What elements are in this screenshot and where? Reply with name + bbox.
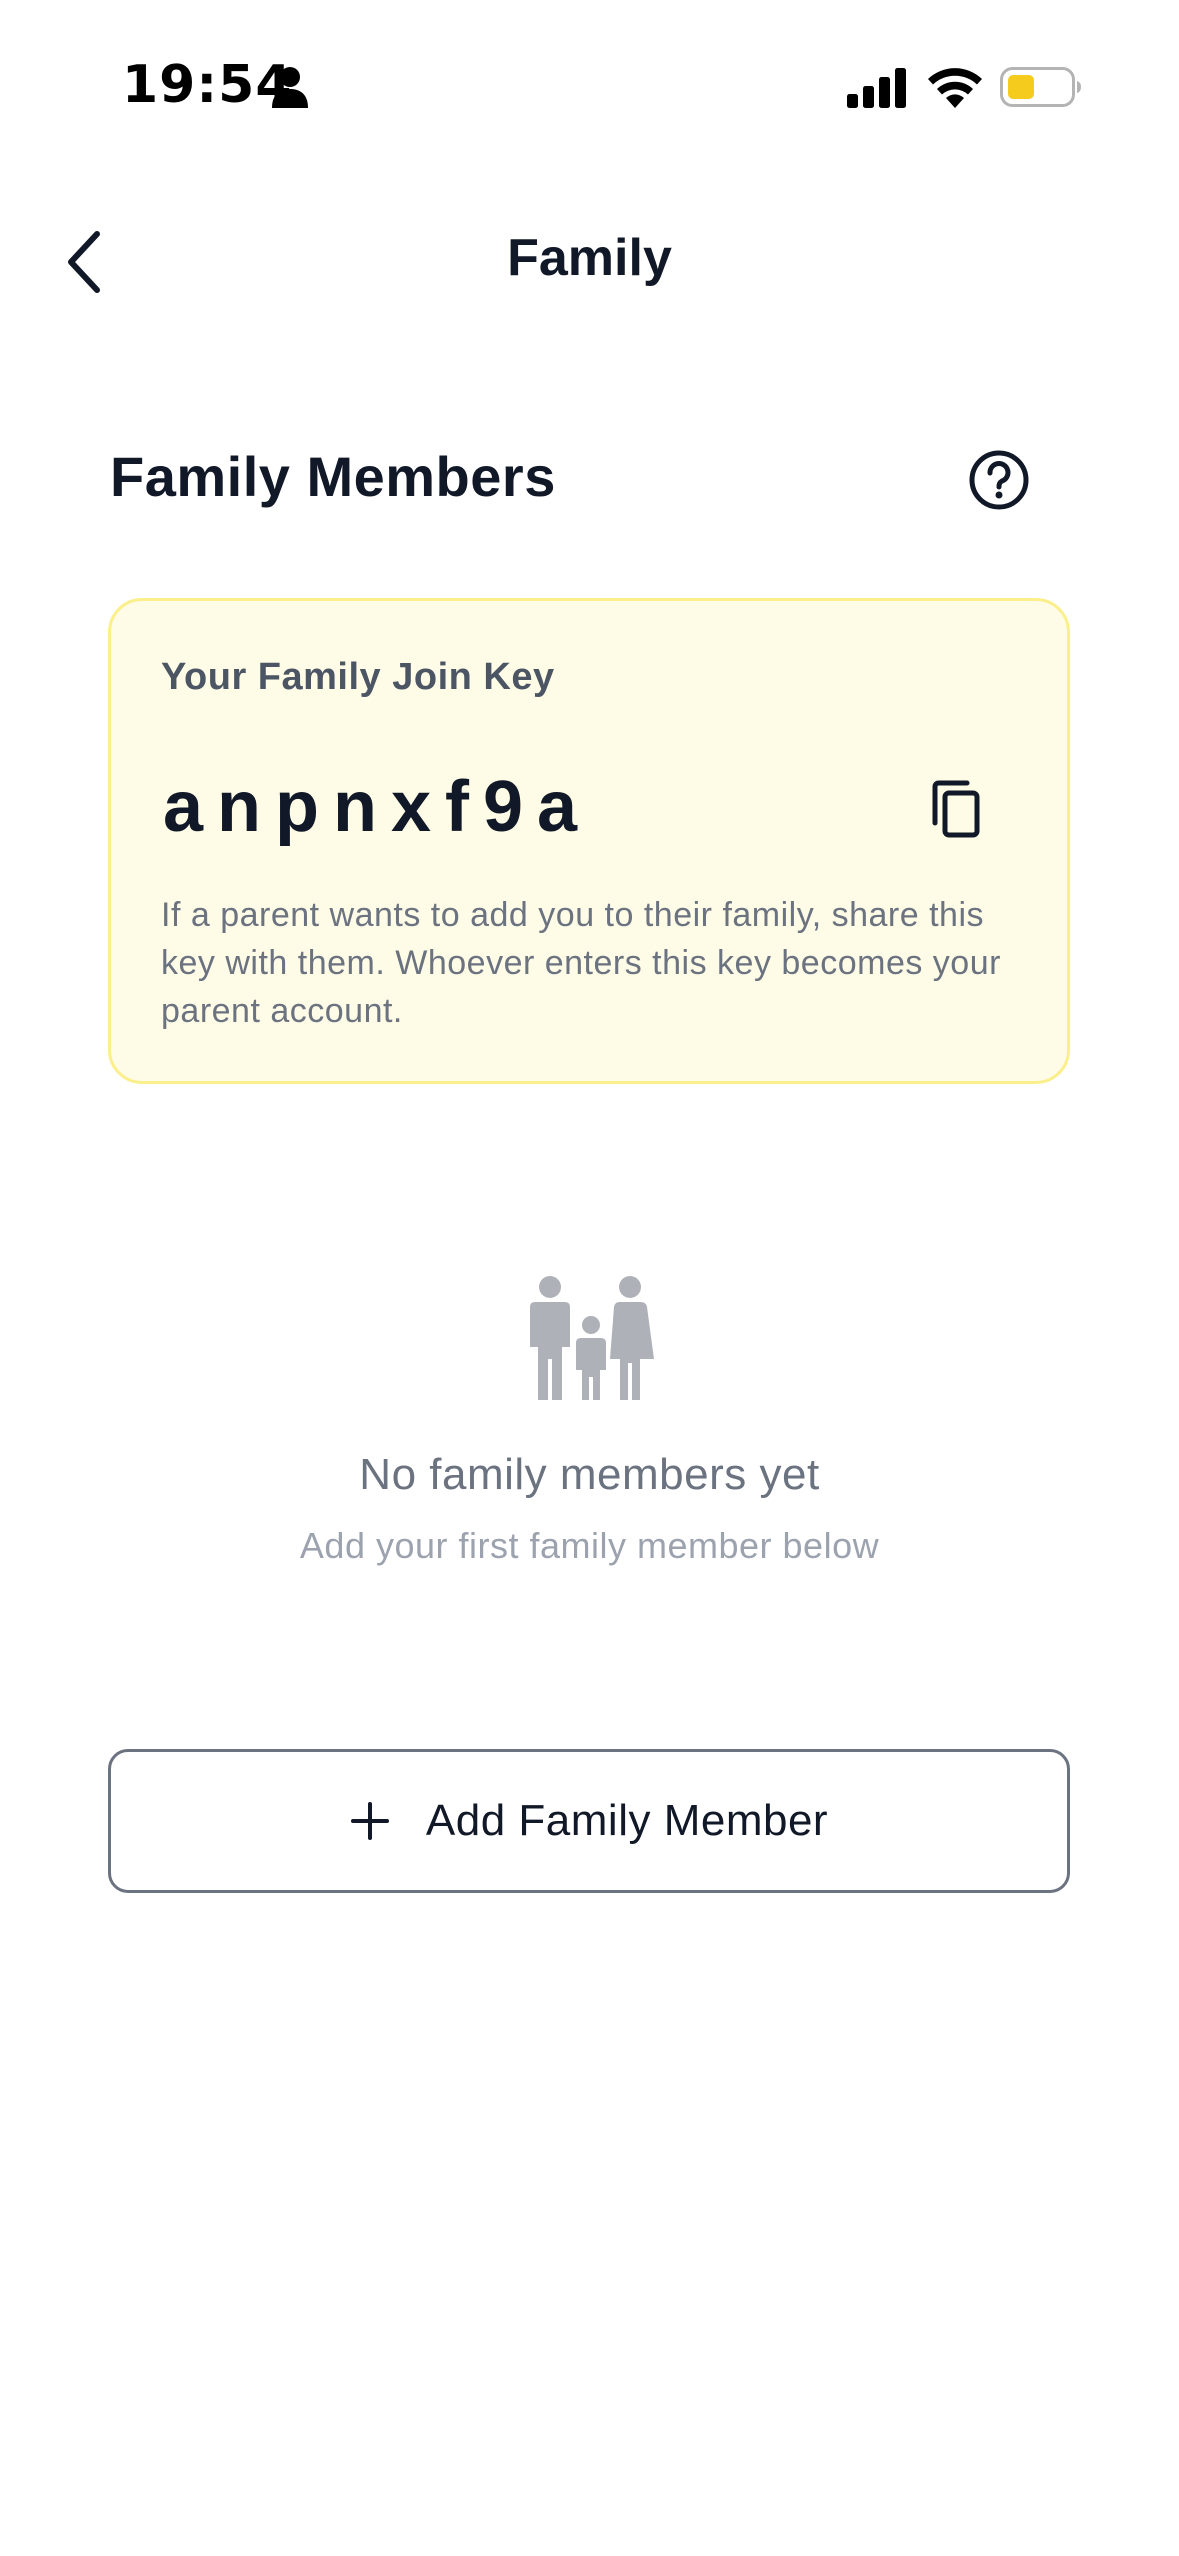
join-key-label: Your Family Join Key: [161, 656, 555, 698]
status-time: 19:54: [122, 55, 293, 115]
status-bar: 19:54: [0, 0, 1179, 170]
join-key-value: anpnxf9a: [163, 767, 592, 847]
join-key-description: If a parent wants to add you to their fa…: [161, 896, 1001, 1030]
cellular-signal-icon: [847, 68, 906, 108]
copy-icon: [932, 780, 980, 838]
join-key-card: Your Family Join Key anpnxf9a If a paren…: [108, 598, 1070, 1084]
help-button[interactable]: [968, 449, 1030, 511]
add-family-member-label: Add Family Member: [425, 1796, 829, 1845]
empty-state-title: No family members yet: [359, 1450, 820, 1499]
battery-icon: [1000, 67, 1081, 107]
wifi-icon: [928, 68, 982, 108]
empty-state-subtitle: Add your first family member below: [299, 1525, 880, 1566]
page-title: Family: [507, 229, 672, 287]
add-family-member-button[interactable]: Add Family Member: [108, 1749, 1070, 1893]
family-icon: [530, 1276, 654, 1400]
copy-key-button[interactable]: [921, 773, 993, 845]
person-icon: [272, 67, 308, 108]
help-circle-icon: [969, 450, 1029, 510]
plus-icon: [350, 1802, 389, 1840]
section-title: Family Members: [110, 445, 556, 508]
